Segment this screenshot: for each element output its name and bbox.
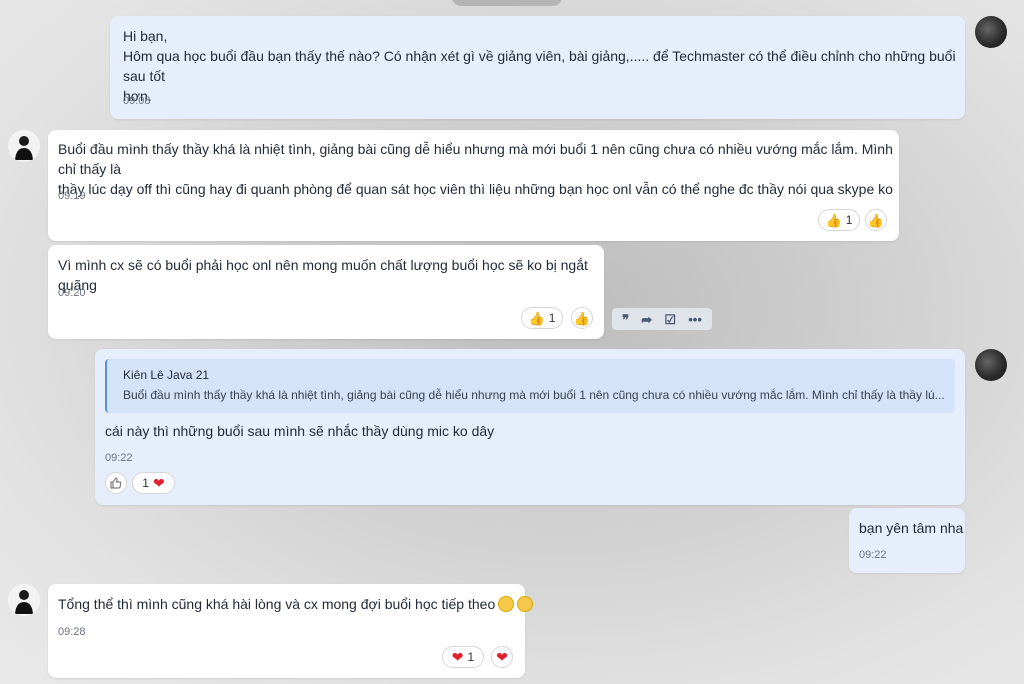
message-text-line: hơn. (123, 88, 152, 104)
reaction-count: 1 (548, 311, 556, 325)
avatar-self[interactable] (975, 349, 1007, 381)
add-reaction-button[interactable]: ❤ (491, 646, 513, 668)
reaction-count: 1 (845, 213, 853, 227)
message-bubble-other[interactable]: Tổng thể thì mình cũng khá hài lòng và c… (48, 584, 534, 678)
message-bubble-self[interactable]: bạn yên tâm nha 09:22 (849, 508, 965, 573)
reaction-count: 1 (142, 476, 149, 490)
message-action-toolbar: ❞ ➦ ☑ ••• (612, 308, 712, 330)
heart-icon: ❤ (152, 475, 165, 491)
message-time: 09:19 (58, 190, 86, 202)
date-divider (452, 0, 562, 6)
message-time: 09:08 (123, 95, 151, 107)
reaction-count-pill[interactable]: ❤ 1 (442, 646, 484, 668)
avatar-other[interactable] (8, 130, 40, 162)
message-text-line: Hôm qua học buổi đầu bạn thấy thế nào? C… (123, 48, 956, 84)
message-text-line: Vì mình cx sẽ có buổi phải học onl nên m… (58, 257, 588, 293)
avatar-self[interactable] (975, 16, 1007, 48)
heart-icon: ❤ (496, 649, 508, 665)
quoted-author: Kiên Lê Java 21 (123, 368, 210, 382)
message-text-line: Tổng thể thì mình cũng khá hài lòng và c… (58, 596, 496, 612)
thumbs-up-icon: 👍 (825, 212, 842, 228)
message-text-line: cái này thì những buổi sau mình sẽ nhắc … (105, 423, 495, 439)
reaction-count: 1 (467, 650, 475, 664)
grin-emoji-icon (517, 596, 534, 612)
add-reaction-button[interactable]: 👍 (571, 307, 593, 329)
quoted-text: Buổi đầu mình thấy thầy khá là nhiệt tìn… (123, 388, 945, 402)
message-time: 09:28 (58, 626, 86, 638)
add-reaction-button[interactable]: 👍 (865, 209, 887, 231)
message-bubble-self[interactable]: Hi bạn, Hôm qua học buổi đầu bạn thấy th… (110, 16, 965, 119)
message-bubble-other[interactable]: Buổi đầu mình thấy thầy khá là nhiệt tìn… (48, 130, 899, 241)
thumbs-up-outline-icon (110, 477, 122, 489)
reaction-count-pill[interactable]: 👍 1 (818, 209, 860, 231)
reaction-count-pill[interactable]: 1 ❤ (132, 472, 175, 494)
message-text-line: Hi bạn, (123, 28, 168, 44)
reaction-count-pill[interactable]: 👍 1 (521, 307, 563, 329)
avatar-other[interactable] (8, 584, 40, 616)
thumbs-up-icon: 👍 (867, 212, 885, 228)
grin-emoji-icon (498, 596, 515, 612)
more-icon[interactable]: ••• (688, 313, 702, 326)
thumbs-up-icon: 👍 (528, 310, 545, 326)
message-time: 09:20 (58, 287, 86, 299)
message-text-line: thầy lúc dạy off thì cũng hay đi quanh p… (58, 181, 893, 197)
message-text-line: bạn yên tâm nha (859, 520, 964, 536)
share-icon[interactable]: ➦ (641, 313, 652, 326)
quoted-message[interactable]: Kiên Lê Java 21 Buổi đầu mình thấy thầy … (105, 359, 955, 413)
message-bubble-other[interactable]: Vì mình cx sẽ có buổi phải học onl nên m… (48, 245, 604, 339)
heart-icon: ❤ (451, 649, 464, 665)
message-time: 09:22 (859, 549, 887, 561)
quote-icon[interactable]: ❞ (622, 313, 629, 326)
task-check-icon[interactable]: ☑ (664, 313, 676, 326)
add-reaction-button[interactable] (105, 472, 127, 494)
message-text-line: Buổi đầu mình thấy thầy khá là nhiệt tìn… (58, 141, 893, 177)
thumbs-up-icon: 👍 (573, 310, 591, 326)
message-time: 09:22 (105, 452, 133, 464)
message-bubble-self-reply[interactable]: Kiên Lê Java 21 Buổi đầu mình thấy thầy … (95, 349, 965, 505)
